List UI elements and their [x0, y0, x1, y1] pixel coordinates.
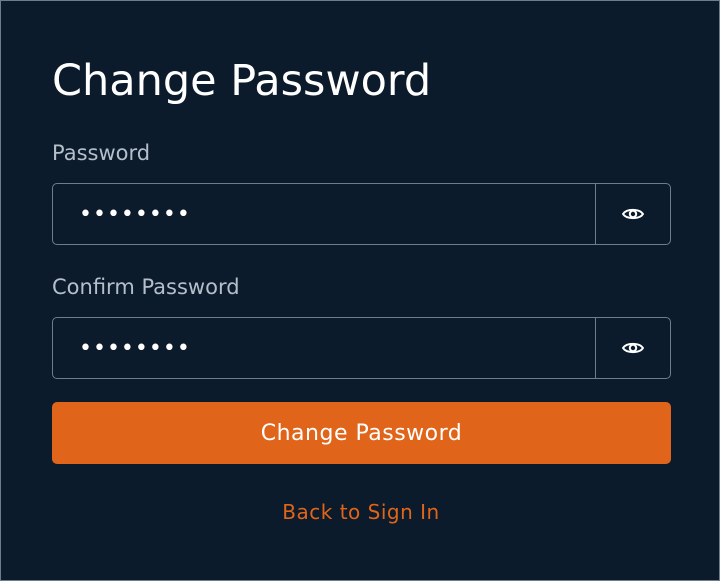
password-visibility-toggle[interactable] — [595, 184, 670, 244]
change-password-button[interactable]: Change Password — [52, 402, 671, 464]
confirm-password-field: •••••••• — [52, 317, 671, 379]
page-title: Change Password — [52, 56, 432, 106]
confirm-password-label: Confirm Password — [52, 275, 240, 299]
password-field: •••••••• — [52, 183, 671, 245]
back-to-sign-in-link[interactable]: Back to Sign In — [1, 498, 720, 526]
password-input[interactable]: •••••••• — [53, 184, 595, 244]
eye-icon — [622, 342, 644, 354]
eye-icon — [622, 208, 644, 220]
change-password-card: Change Password Password •••••••• Confir… — [0, 0, 720, 581]
confirm-password-input[interactable]: •••••••• — [53, 318, 595, 378]
confirm-password-visibility-toggle[interactable] — [595, 318, 670, 378]
password-label: Password — [52, 141, 151, 165]
